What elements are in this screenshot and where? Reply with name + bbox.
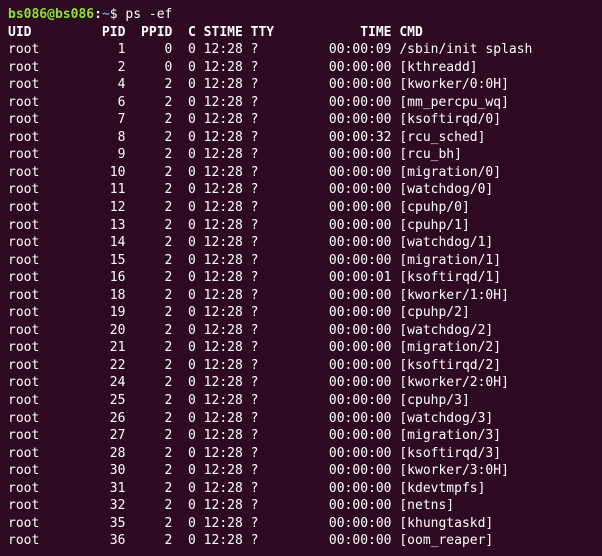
process-row: root 10 2 0 12:28 ? 00:00:00 [migration/… (8, 165, 501, 180)
process-row: root 32 2 0 12:28 ? 00:00:00 [netns] (8, 498, 454, 513)
column-headers: UID PID PPID C STIME TTY TIME CMD (8, 25, 423, 40)
process-row: root 8 2 0 12:28 ? 00:00:32 [rcu_sched] (8, 130, 485, 145)
process-row: root 24 2 0 12:28 ? 00:00:00 [kworker/2:… (8, 375, 509, 390)
process-row: root 14 2 0 12:28 ? 00:00:00 [watchdog/1… (8, 235, 493, 250)
prompt-user: bs086 (8, 7, 47, 22)
process-row: root 25 2 0 12:28 ? 00:00:00 [cpuhp/3] (8, 393, 470, 408)
process-row: root 36 2 0 12:28 ? 00:00:00 [oom_reaper… (8, 533, 493, 548)
command-text: ps -ef (125, 7, 172, 22)
process-row: root 2 0 0 12:28 ? 00:00:00 [kthreadd] (8, 60, 478, 75)
at-symbol: @ (47, 7, 55, 22)
process-row: root 35 2 0 12:28 ? 00:00:00 [khungtaskd… (8, 516, 493, 531)
process-row: root 20 2 0 12:28 ? 00:00:00 [watchdog/2… (8, 323, 493, 338)
process-row: root 27 2 0 12:28 ? 00:00:00 [migration/… (8, 428, 501, 443)
prompt-path: ~ (102, 7, 110, 22)
process-row: root 21 2 0 12:28 ? 00:00:00 [migration/… (8, 340, 501, 355)
process-row: root 1 0 0 12:28 ? 00:00:09 /sbin/init s… (8, 42, 532, 57)
process-row: root 15 2 0 12:28 ? 00:00:00 [migration/… (8, 253, 501, 268)
process-row: root 16 2 0 12:28 ? 00:00:01 [ksoftirqd/… (8, 270, 501, 285)
colon: : (94, 7, 102, 22)
process-row: root 13 2 0 12:28 ? 00:00:00 [cpuhp/1] (8, 218, 470, 233)
process-row: root 22 2 0 12:28 ? 00:00:00 [ksoftirqd/… (8, 358, 501, 373)
process-row: root 12 2 0 12:28 ? 00:00:00 [cpuhp/0] (8, 200, 470, 215)
process-row: root 7 2 0 12:28 ? 00:00:00 [ksoftirqd/0… (8, 112, 501, 127)
process-row: root 19 2 0 12:28 ? 00:00:00 [cpuhp/2] (8, 305, 470, 320)
dollar: $ (110, 7, 126, 22)
process-row: root 26 2 0 12:28 ? 00:00:00 [watchdog/3… (8, 411, 493, 426)
process-row: root 11 2 0 12:28 ? 00:00:00 [watchdog/0… (8, 182, 493, 197)
process-row: root 9 2 0 12:28 ? 00:00:00 [rcu_bh] (8, 147, 462, 162)
process-row: root 30 2 0 12:28 ? 00:00:00 [kworker/3:… (8, 463, 509, 478)
process-row: root 6 2 0 12:28 ? 00:00:00 [mm_percpu_w… (8, 95, 509, 110)
process-row: root 31 2 0 12:28 ? 00:00:00 [kdevtmpfs] (8, 481, 485, 496)
terminal[interactable]: bs086@bs086:~$ ps -ef UID PID PPID C STI… (0, 0, 602, 556)
process-row: root 28 2 0 12:28 ? 00:00:00 [ksoftirqd/… (8, 446, 501, 461)
prompt: bs086@bs086:~$ (8, 7, 125, 22)
process-row: root 4 2 0 12:28 ? 00:00:00 [kworker/0:0… (8, 77, 509, 92)
prompt-host: bs086 (55, 7, 94, 22)
process-row: root 18 2 0 12:28 ? 00:00:00 [kworker/1:… (8, 288, 509, 303)
